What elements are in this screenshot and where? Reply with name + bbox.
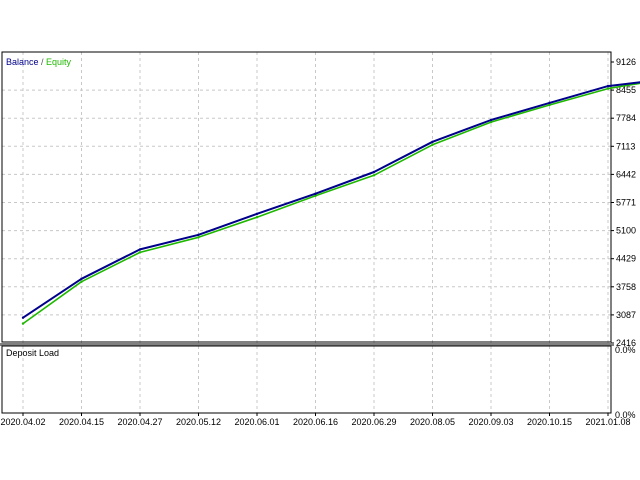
series-point-balance [548, 101, 551, 105]
series-point-equity [372, 174, 376, 177]
series-point-balance [21, 316, 25, 319]
series-point-equity [138, 251, 142, 254]
x-tick-label: 2020.04.27 [117, 417, 162, 427]
series-point-balance [80, 277, 83, 280]
x-tick-label: 2020.06.01 [234, 417, 279, 427]
y-tick-label: 7784 [616, 113, 636, 123]
series-point-equity [197, 236, 200, 239]
y-tick-label: 3087 [616, 310, 636, 320]
deposit-load-title: Deposit Load [6, 348, 59, 358]
series-point-balance [489, 118, 493, 122]
x-tick-label: 2020.04.15 [59, 417, 104, 427]
chart-background [0, 0, 640, 480]
balance-equity-chart: 9126845577847113644257715100442937583087… [0, 0, 640, 480]
legend-separator: / [39, 57, 47, 67]
x-tick-label: 2020.04.02 [0, 417, 45, 427]
series-point-equity [431, 143, 434, 146]
y-tick-label: 5100 [616, 226, 636, 236]
legend-balance-label: Balance [6, 57, 39, 67]
series-point-balance [372, 170, 376, 174]
y-tick-label: 3758 [616, 282, 636, 292]
series-point-balance [606, 84, 610, 88]
x-tick-label: 2020.06.29 [351, 417, 396, 427]
series-point-balance [255, 212, 259, 216]
series-point-balance [197, 233, 200, 236]
x-tick-label: 2020.06.16 [293, 417, 338, 427]
y-tick-label: 7113 [616, 141, 635, 151]
legend: Balance / Equity [6, 57, 72, 67]
series-point-equity [80, 280, 83, 283]
x-tick-label: 2020.10.15 [527, 417, 572, 427]
x-tick-label: 2020.05.12 [176, 417, 221, 427]
series-point-balance [138, 248, 142, 251]
series-point-equity [21, 322, 25, 325]
deposit-load-tick-top: 0.0% [615, 345, 636, 355]
x-tick-label: 2020.09.03 [468, 417, 513, 427]
x-tick-label: 2021.01.08 [585, 417, 630, 427]
y-tick-label: 4429 [616, 254, 636, 264]
series-point-balance [314, 192, 317, 195]
y-tick-label: 5771 [616, 198, 636, 208]
y-tick-label: 9126 [616, 57, 636, 67]
series-point-equity [606, 87, 610, 90]
legend-equity-label: Equity [46, 57, 72, 67]
series-point-equity [255, 215, 259, 219]
series-point-balance [431, 140, 434, 144]
x-tick-label: 2020.08.05 [410, 417, 455, 427]
y-tick-label: 6442 [616, 169, 636, 179]
